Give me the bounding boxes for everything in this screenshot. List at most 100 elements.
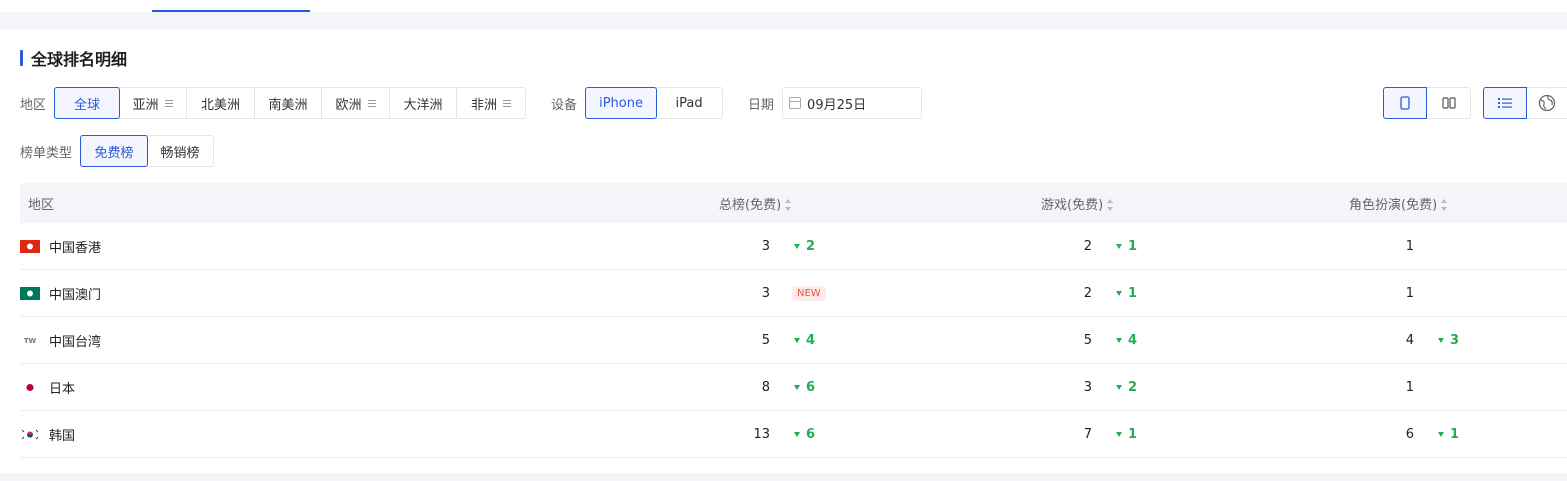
total-rank-cell: 54 (740, 317, 815, 364)
sort-icon[interactable] (1441, 199, 1448, 211)
list-toggle-group (1483, 87, 1567, 119)
region-name: 日本 (49, 382, 76, 397)
rank-change-value: 4 (806, 333, 816, 348)
list-view-icon[interactable] (1483, 87, 1527, 119)
menu-icon[interactable] (367, 99, 376, 108)
rank-change: 3 (1438, 333, 1459, 348)
rank-change-value: 6 (806, 427, 816, 442)
region-option-6[interactable]: 非洲 (457, 88, 525, 118)
region-option-3[interactable]: 南美洲 (255, 88, 323, 118)
region-option-label: 非洲 (471, 97, 498, 113)
arrow-down-icon (794, 385, 800, 390)
rank-change-value: 1 (1128, 427, 1138, 442)
rank-change-value: 1 (1128, 286, 1138, 301)
header-region: 地区 (28, 197, 55, 213)
chart-type-option-1[interactable]: 畅销榜 (147, 136, 213, 166)
arrow-down-icon (794, 432, 800, 437)
arrow-down-icon (1116, 291, 1122, 296)
rank-change: 6 (794, 427, 815, 442)
flag-tw-icon: TW (23, 336, 37, 345)
arrow-down-icon (1438, 432, 1444, 437)
device-option-label: iPhone (599, 95, 643, 111)
rpg-rank-cell: 1 (1384, 364, 1414, 411)
flag-hk-icon (20, 240, 40, 253)
rank-change: 1 (1116, 286, 1137, 301)
flag-kr-icon (20, 428, 40, 441)
rpg-rank-cell: 1 (1384, 270, 1414, 317)
rank-value: 1 (1405, 380, 1414, 395)
arrow-down-icon (1116, 432, 1122, 437)
chart-type-option-0[interactable]: 免费榜 (80, 135, 149, 167)
rank-change-value: 1 (1128, 239, 1138, 254)
calendar-icon (789, 97, 802, 109)
region-segmented-control: 全球 亚洲 北美洲 南美洲 欧洲 大洋洲 非洲 (54, 87, 527, 119)
rank-change-value: 3 (1450, 333, 1460, 348)
total-rank-cell: 86 (740, 364, 815, 411)
header-rpg-label: 角色扮演(免费) (1349, 197, 1438, 213)
menu-icon[interactable] (164, 99, 173, 108)
arrow-down-icon (794, 338, 800, 343)
phone-view-icon[interactable] (1383, 87, 1427, 119)
region-cell: 中国澳门 (20, 270, 101, 317)
rank-change-value: 2 (1128, 380, 1138, 395)
sort-icon[interactable] (1107, 199, 1114, 211)
rank-value: 1 (1405, 286, 1414, 301)
region-option-label: 北美洲 (201, 97, 241, 113)
region-option-label: 南美洲 (268, 97, 308, 113)
region-option-4[interactable]: 欧洲 (322, 88, 391, 118)
arrow-down-icon (1116, 385, 1122, 390)
header-games[interactable]: 游戏(免费) (1041, 194, 1114, 213)
arrow-down-icon (1438, 338, 1444, 343)
globe-view-icon[interactable] (1527, 87, 1567, 119)
columns-view-icon[interactable] (1427, 87, 1471, 119)
region-option-1[interactable]: 亚洲 (119, 88, 188, 118)
header-rpg[interactable]: 角色扮演(免费) (1349, 194, 1448, 213)
rank-value: 2 (1083, 286, 1092, 301)
device-segmented-control: iPhone iPad (585, 87, 724, 119)
region-option-0[interactable]: 全球 (54, 87, 121, 119)
rpg-rank-cell: 61 (1384, 411, 1459, 458)
rank-change-value: 6 (806, 380, 816, 395)
region-option-label: 大洋洲 (403, 97, 443, 113)
sort-icon[interactable] (785, 199, 792, 211)
device-option-1[interactable]: iPad (656, 88, 722, 118)
rank-change: 4 (794, 333, 815, 348)
rank-value: 1 (1405, 239, 1414, 254)
region-option-label: 全球 (74, 97, 101, 113)
region-option-label: 欧洲 (335, 97, 362, 113)
header-total[interactable]: 总榜(免费) (719, 194, 792, 213)
region-name: 中国澳门 (49, 288, 102, 303)
table-row: 韩国 13 6 7 1 6 1 (20, 411, 1567, 458)
top-tab-bar (0, 0, 1567, 12)
region-option-2[interactable]: 北美洲 (187, 88, 256, 118)
rank-value: 5 (761, 333, 770, 348)
header-games-label: 游戏(免费) (1041, 197, 1104, 213)
arrow-down-icon (1116, 338, 1122, 343)
region-cell: 韩国 (20, 411, 75, 458)
region-option-5[interactable]: 大洋洲 (390, 88, 458, 118)
rank-change-value: 1 (1450, 427, 1460, 442)
menu-icon[interactable] (503, 99, 512, 108)
filter-row: 地区 全球 亚洲 北美洲 南美洲 欧洲 大洋洲 非洲 设备 iPhone iPad 日期 09… (20, 87, 923, 119)
device-option-0[interactable]: iPhone (585, 87, 658, 119)
header-total-label: 总榜(免费) (719, 197, 782, 213)
section-title: 全球排名明细 (20, 48, 127, 69)
table-row: TW 中国台湾 5 4 5 4 4 3 (20, 317, 1567, 364)
rank-value: 2 (1083, 239, 1092, 254)
rank-value: 5 (1083, 333, 1092, 348)
table-row: 中国香港 3 2 2 1 1 (20, 223, 1567, 270)
rank-value: 6 (1405, 427, 1414, 442)
region-name: 中国香港 (49, 241, 102, 256)
rpg-rank-cell: 1 (1384, 223, 1414, 270)
new-badge: NEW (792, 286, 826, 301)
arrow-down-icon (794, 244, 800, 249)
region-name: 韩国 (49, 429, 76, 444)
games-rank-cell: 21 (1062, 270, 1137, 317)
date-picker[interactable]: 09月25日 (782, 87, 923, 119)
table-row: 中国澳门 3 NEW 2 1 1 (20, 270, 1567, 317)
rank-change: 1 (1116, 239, 1137, 254)
chart-type-option-label: 畅销榜 (160, 145, 200, 161)
region-cell: TW 中国台湾 (20, 317, 101, 364)
rpg-rank-cell: 43 (1384, 317, 1459, 364)
arrow-down-icon (1116, 244, 1122, 249)
